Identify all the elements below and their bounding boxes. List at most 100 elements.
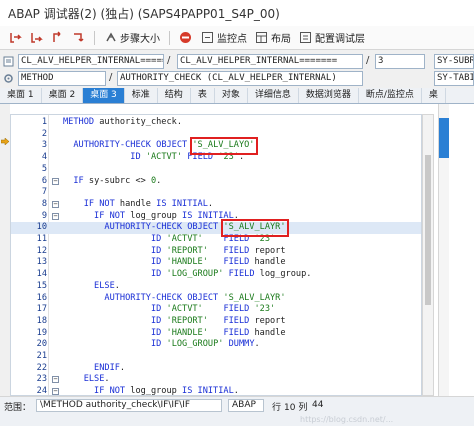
vertical-scrollbar[interactable] [422,114,434,396]
debugger-toolbar: 步骤大小 监控点 布局 配置调试层 [0,26,474,50]
tab-desktop-more[interactable]: 桌 [422,88,446,103]
right-panel-selection[interactable] [439,118,449,158]
line-number: 4 [41,152,47,163]
layout-button[interactable]: 布局 [252,28,294,47]
code-line[interactable]: 14 ID 'LOG_GROUP' FIELD log_group. [11,269,421,281]
line-number: 15 [36,280,47,291]
fold-toggle-icon[interactable]: − [52,388,59,395]
watchpoint-button[interactable]: 监控点 [176,28,250,47]
code-line[interactable]: 20 ID 'LOG_GROUP' DUMMY. [11,339,421,351]
code-line[interactable]: 8− IF NOT handle IS INITIAL. [11,199,421,211]
code-line[interactable]: 18 ID 'REPORT' FIELD report [11,316,421,328]
sysvar-field-2[interactable]: SY-TABIX [434,71,474,86]
code-keyword: FIELD [223,304,250,315]
tab-desktop-1[interactable]: 桌面 1 [0,88,42,103]
code-line[interactable]: 9− IF NOT log_group IS INITIAL. [11,211,421,223]
code-text: ENDIF. [63,363,125,375]
code-text: IF NOT log_group IS INITIAL. [63,211,239,223]
code-line[interactable]: 21 [11,351,421,363]
line-number: 9 [41,210,47,221]
code-keyword: FIELD [223,257,250,268]
code-line[interactable]: 10 AUTHORITY-CHECK OBJECT 'S_ALV_LAYR' [11,222,421,234]
code-line[interactable]: 24− IF NOT log_group IS INITIAL. [11,386,421,396]
code-line[interactable]: 1 METHOD authority_check. [11,117,421,129]
tab-details[interactable]: 详细信息 [248,88,299,103]
tab-desktop-2[interactable]: 桌面 2 [42,88,84,103]
code-line[interactable]: 15 ELSE. [11,281,421,293]
code-keyword: ID [150,327,162,338]
tab-table[interactable]: 表 [191,88,215,103]
single-step-button[interactable] [6,29,25,46]
scrollbar-thumb[interactable] [425,155,431,305]
line-number: 2 [41,128,47,139]
program-info-row: CL_ALV_HELPER_INTERNAL======= / CL_ALV_H… [0,53,474,70]
code-keyword: IF NOT [83,198,115,209]
config-layer-label: 配置调试层 [315,34,365,45]
code-keyword: FIELD [223,315,250,326]
code-line[interactable]: 6− IF sy-subrc <> 0. [11,176,421,188]
toolbar-separator [94,30,95,45]
return-button[interactable] [48,29,67,46]
code-line[interactable]: 13 ID 'HANDLE' FIELD handle [11,257,421,269]
code-keyword: FIELD [223,327,250,338]
code-token: handle [114,198,157,209]
step-size-button[interactable]: 步骤大小 [101,28,163,47]
code-text: ELSE. [63,374,110,386]
fold-toggle-icon[interactable]: − [52,177,59,185]
code-literal: 'LOG_GROUP' [166,269,224,280]
code-literal: 'REPORT' [166,245,208,256]
event-type-field[interactable]: METHOD [18,71,106,86]
tab-desktop-3[interactable]: 桌面 3 [83,88,125,103]
code-keyword: ELSE [94,280,115,291]
code-editor[interactable]: 1 METHOD authority_check. 2 3 AUTHORITY-CHE… [10,114,422,396]
code-line[interactable]: 12 ID 'REPORT' FIELD report [11,246,421,258]
code-line[interactable]: 11 ID 'ACTVT' FIELD '23' [11,234,421,246]
code-keyword: ID [150,304,162,315]
code-line[interactable]: 17 ID 'ACTVT' FIELD '23' [11,304,421,316]
continue-button[interactable] [69,29,88,46]
separator-slash: / [167,55,171,66]
code-literal: 'HANDLE' [166,327,208,338]
program-field[interactable]: CL_ALV_HELPER_INTERNAL======= [18,54,164,69]
annotation-box [189,137,258,156]
tab-standard[interactable]: 标准 [125,88,158,103]
code-line[interactable]: 23− ELSE. [11,374,421,386]
code-line[interactable]: 5 [11,164,421,176]
code-token: log_group [125,210,183,221]
sysvar-field-1[interactable]: SY-SUBRC [434,54,474,69]
code-keyword: METHOD [63,117,95,127]
line-number: 22 [36,362,47,373]
line-number: 23 [36,374,47,385]
code-line[interactable]: 16 AUTHORITY-CHECK OBJECT 'S_ALV_LAYR' [11,293,421,305]
event-name-field[interactable]: AUTHORITY_CHECK (CL_ALV_HELPER_INTERNAL) [117,71,363,86]
code-line[interactable]: 19 ID 'HANDLE' FIELD handle [11,328,421,340]
tab-structure[interactable]: 结构 [158,88,191,103]
desktop-tabs: 桌面 1 桌面 2 桌面 3 标准 结构 表 对象 详细信息 数据浏览器 断点/… [0,88,474,104]
line-number: 19 [36,327,47,338]
execute-button[interactable] [27,29,46,46]
include-field[interactable]: CL_ALV_HELPER_INTERNAL======= [177,54,363,69]
column-value: 44 [312,400,324,410]
tab-breakpoints[interactable]: 断点/监控点 [359,88,422,103]
code-line[interactable]: 7 [11,187,421,199]
code-line[interactable]: 22 ENDIF. [11,363,421,375]
fold-toggle-icon[interactable]: − [52,212,59,220]
code-token: . [207,198,214,209]
tab-objects[interactable]: 对象 [215,88,248,103]
code-token: . [233,386,239,396]
line-field[interactable]: 3 [375,54,425,69]
code-token: sy-subrc <> [83,175,151,186]
fold-toggle-icon[interactable]: − [52,200,59,208]
separator-slash: / [366,55,370,66]
fold-toggle-icon[interactable]: − [52,376,59,384]
tab-data-browser[interactable]: 数据浏览器 [299,88,359,103]
code-text: IF sy-subrc <> 0. [63,176,161,188]
scope-value: \METHOD authority_check\IF\IF\IF [36,399,222,412]
config-layer-button[interactable]: 配置调试层 [296,28,368,47]
line-number: 21 [36,351,47,361]
